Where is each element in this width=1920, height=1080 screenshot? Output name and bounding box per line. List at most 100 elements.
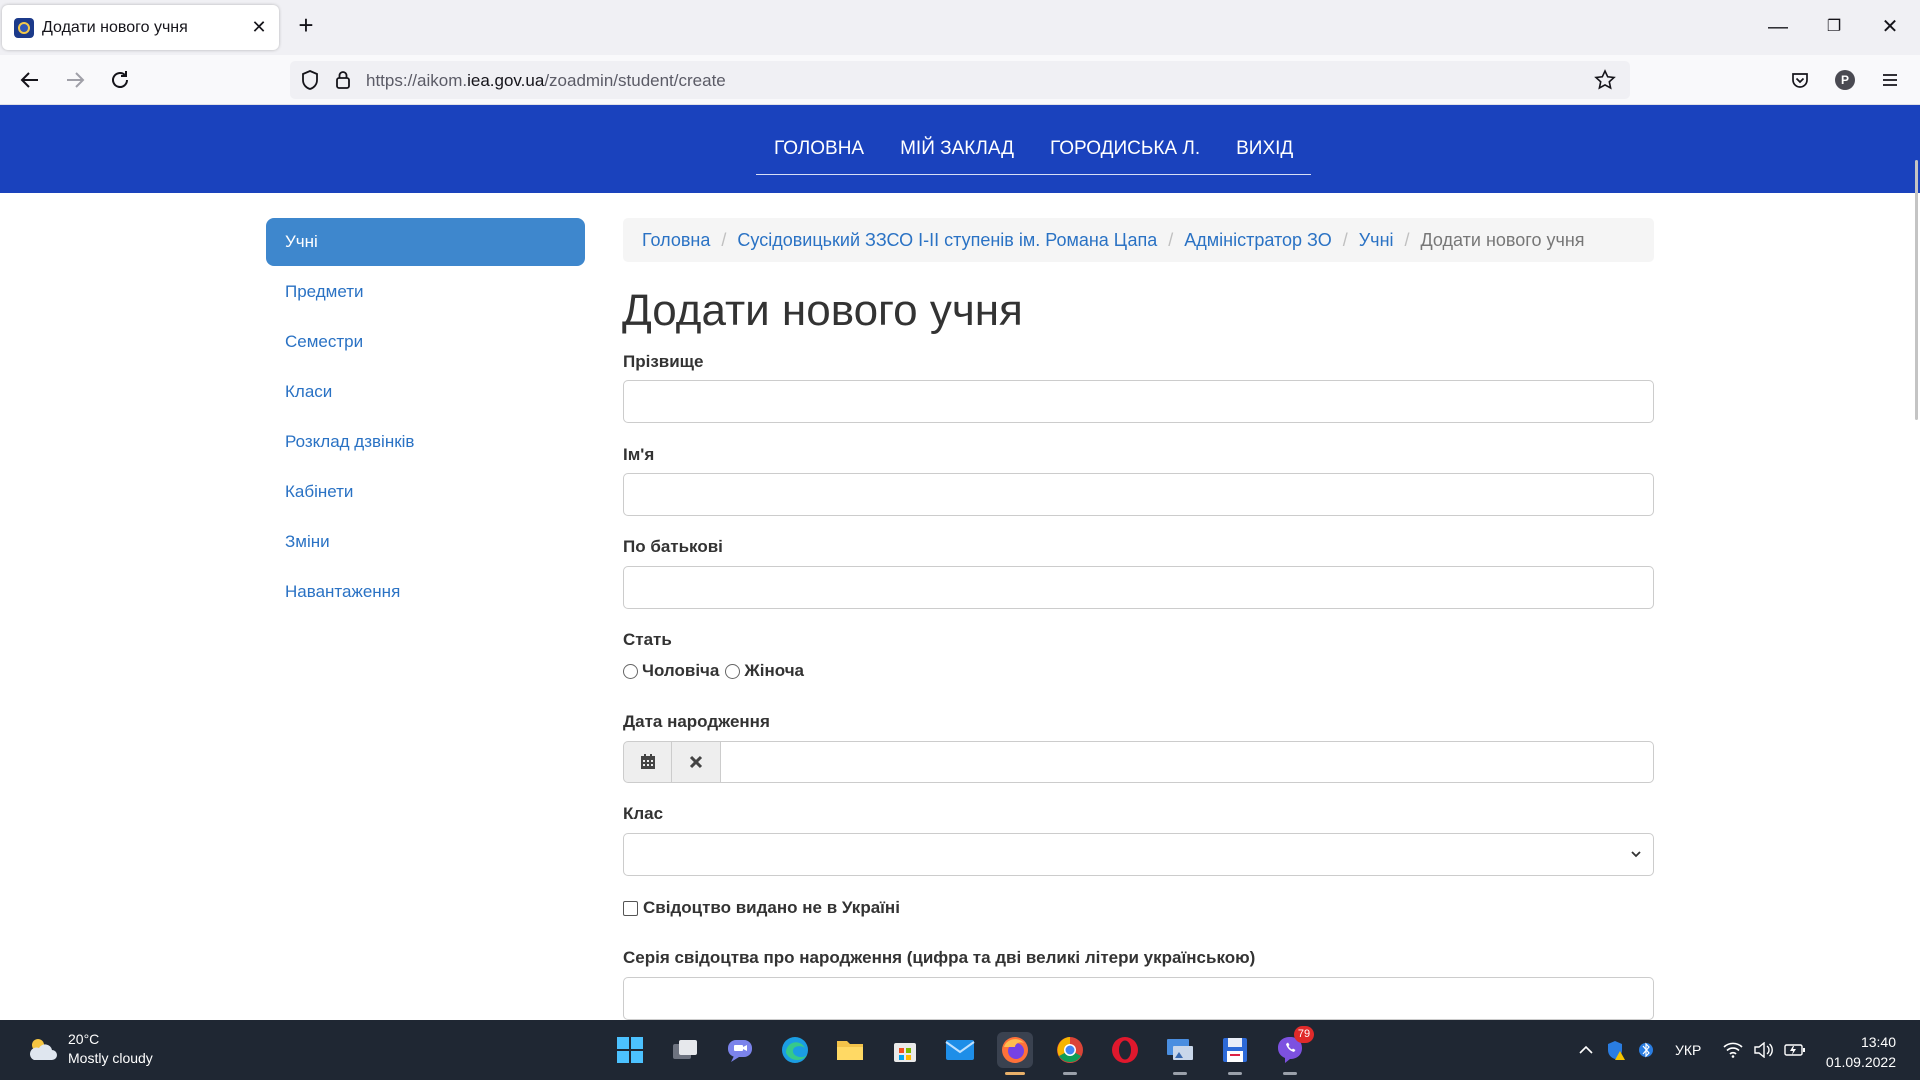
cert-series-input[interactable]: [623, 977, 1654, 1020]
lock-icon[interactable]: [334, 69, 352, 91]
input-language[interactable]: УКР: [1675, 1042, 1701, 1058]
remote-desktop-button[interactable]: [1162, 1032, 1198, 1075]
first-name-input[interactable]: [623, 473, 1654, 516]
cert-abroad-label[interactable]: Свідоцтво видано не в Україні: [643, 898, 900, 918]
running-app-indicator: [1283, 1072, 1297, 1075]
minimize-button[interactable]: —: [1764, 14, 1792, 42]
reload-icon: [112, 71, 128, 88]
speaker-icon: [1754, 1042, 1773, 1058]
gender-male-label[interactable]: Чоловіча: [642, 661, 719, 681]
task-view-button[interactable]: [667, 1032, 703, 1068]
shield-icon[interactable]: [300, 69, 320, 91]
notification-badge: 79: [1294, 1026, 1314, 1043]
reload-button[interactable]: [105, 65, 135, 95]
browser-tab[interactable]: Додати нового учня ✕: [2, 5, 279, 50]
browser-tab-bar: Додати нового учня ✕ + — ❐ ✕: [0, 0, 1920, 55]
chat-icon: [728, 1040, 752, 1062]
breadcrumb-link-students[interactable]: Учні: [1359, 230, 1394, 251]
birthdate-field: [623, 741, 1654, 783]
nav-link-logout[interactable]: ВИХІД: [1218, 105, 1311, 174]
battery-tray-button[interactable]: [1783, 1032, 1807, 1068]
sidebar-item-classes[interactable]: Класи: [266, 368, 585, 416]
cert-abroad-checkbox[interactable]: [623, 900, 638, 916]
mail-icon: [945, 1040, 975, 1060]
wifi-tray-button[interactable]: [1721, 1032, 1745, 1068]
menu-button[interactable]: [1875, 65, 1905, 95]
gender-male-radio[interactable]: [623, 663, 638, 679]
security-tray-button[interactable]: [1604, 1032, 1628, 1068]
gender-female-label[interactable]: Жіноча: [744, 661, 804, 681]
wifi-icon: [1723, 1042, 1743, 1058]
avatar: P: [1835, 70, 1855, 90]
main-navigation: ГОЛОВНА МІЙ ЗАКЛАД ГОРОДИСЬКА Л. ВИХІД: [756, 105, 1312, 175]
sidebar-item-semesters[interactable]: Семестри: [266, 318, 585, 366]
tab-close-icon[interactable]: ✕: [249, 17, 269, 37]
breadcrumb-separator: /: [1342, 229, 1348, 250]
surname-input[interactable]: [623, 380, 1654, 423]
birthdate-input[interactable]: [721, 741, 1654, 783]
class-label: Клас: [623, 804, 664, 823]
chrome-icon: [1057, 1037, 1083, 1063]
first-name-label: Ім'я: [623, 445, 655, 464]
chevron-down-icon: [1631, 851, 1641, 858]
class-select[interactable]: [623, 833, 1654, 876]
sidebar-item-subjects[interactable]: Предмети: [266, 268, 585, 316]
running-app-indicator: [1228, 1072, 1242, 1075]
forward-button[interactable]: [60, 65, 90, 95]
running-app-indicator: [1063, 1072, 1077, 1075]
page-scrollbar[interactable]: [1915, 160, 1918, 420]
start-button[interactable]: [612, 1032, 648, 1068]
save-app-button[interactable]: [1217, 1032, 1253, 1075]
firefox-button[interactable]: [997, 1032, 1033, 1075]
surname-label: Прізвище: [623, 352, 704, 371]
viber-button[interactable]: 79: [1272, 1026, 1314, 1075]
cert-abroad-option: Свідоцтво видано не в Україні: [623, 898, 900, 918]
calendar-button[interactable]: [623, 741, 672, 783]
breadcrumb-link-home[interactable]: Головна: [642, 230, 710, 251]
file-explorer-button[interactable]: [832, 1032, 868, 1068]
gender-options: Чоловіча Жіноча: [623, 661, 810, 681]
sidebar-item-students[interactable]: Учні: [266, 218, 585, 266]
page-title: Додати нового учня: [622, 286, 1023, 335]
restore-button[interactable]: ❐: [1820, 14, 1848, 42]
windows-logo-icon: [617, 1037, 643, 1063]
url-bar[interactable]: https://aikom.iea.gov.ua/zoadmin/student…: [290, 61, 1630, 99]
opera-button[interactable]: [1107, 1032, 1143, 1068]
nav-link-home[interactable]: ГОЛОВНА: [756, 105, 882, 174]
breadcrumb-link-admin[interactable]: Адміністратор ЗО: [1184, 230, 1331, 251]
mail-button[interactable]: [942, 1032, 978, 1068]
bluetooth-tray-button[interactable]: [1636, 1032, 1656, 1068]
back-arrow-icon: [20, 72, 38, 88]
store-button[interactable]: [887, 1032, 923, 1068]
profile-button[interactable]: P: [1830, 65, 1860, 95]
nav-link-user[interactable]: ГОРОДИСЬКА Л.: [1032, 105, 1218, 174]
teams-chat-button[interactable]: [722, 1032, 758, 1068]
clear-date-button[interactable]: [672, 741, 721, 783]
chevron-up-icon: [1579, 1045, 1593, 1054]
running-app-indicator: [1173, 1072, 1187, 1075]
store-icon: [894, 1043, 916, 1062]
sidebar-item-rooms[interactable]: Кабінети: [266, 468, 585, 516]
sidebar-item-bell-schedule[interactable]: Розклад дзвінків: [266, 418, 585, 466]
weather-widget[interactable]: 20°C Mostly cloudy: [26, 1030, 153, 1068]
calendar-icon: [640, 754, 655, 769]
breadcrumb-link-school[interactable]: Сусідовицький ЗЗСО І-ІІ ступенів ім. Ром…: [737, 230, 1157, 251]
gender-female-radio[interactable]: [725, 663, 741, 679]
system-clock[interactable]: 13:40 01.09.2022: [1820, 1032, 1896, 1072]
sidebar-item-workload[interactable]: Навантаження: [266, 568, 585, 616]
chrome-button[interactable]: [1052, 1032, 1088, 1075]
bookmark-star-icon[interactable]: [1594, 69, 1616, 91]
sidebar-item-shifts[interactable]: Зміни: [266, 518, 585, 566]
pocket-button[interactable]: [1785, 65, 1815, 95]
show-hidden-icons-button[interactable]: [1576, 1032, 1596, 1068]
window-close-button[interactable]: ✕: [1876, 14, 1904, 42]
volume-tray-button[interactable]: [1751, 1032, 1775, 1068]
back-button[interactable]: [15, 65, 45, 95]
clock-date: 01.09.2022: [1825, 1054, 1896, 1070]
weather-temp: 20°C: [68, 1031, 100, 1047]
cert-series-label: Серія свідоцтва про народження (цифра та…: [623, 948, 1256, 967]
new-tab-button[interactable]: +: [294, 12, 318, 38]
edge-browser-button[interactable]: [777, 1032, 813, 1068]
nav-link-my-institution[interactable]: МІЙ ЗАКЛАД: [882, 105, 1032, 174]
patronymic-input[interactable]: [623, 566, 1654, 609]
